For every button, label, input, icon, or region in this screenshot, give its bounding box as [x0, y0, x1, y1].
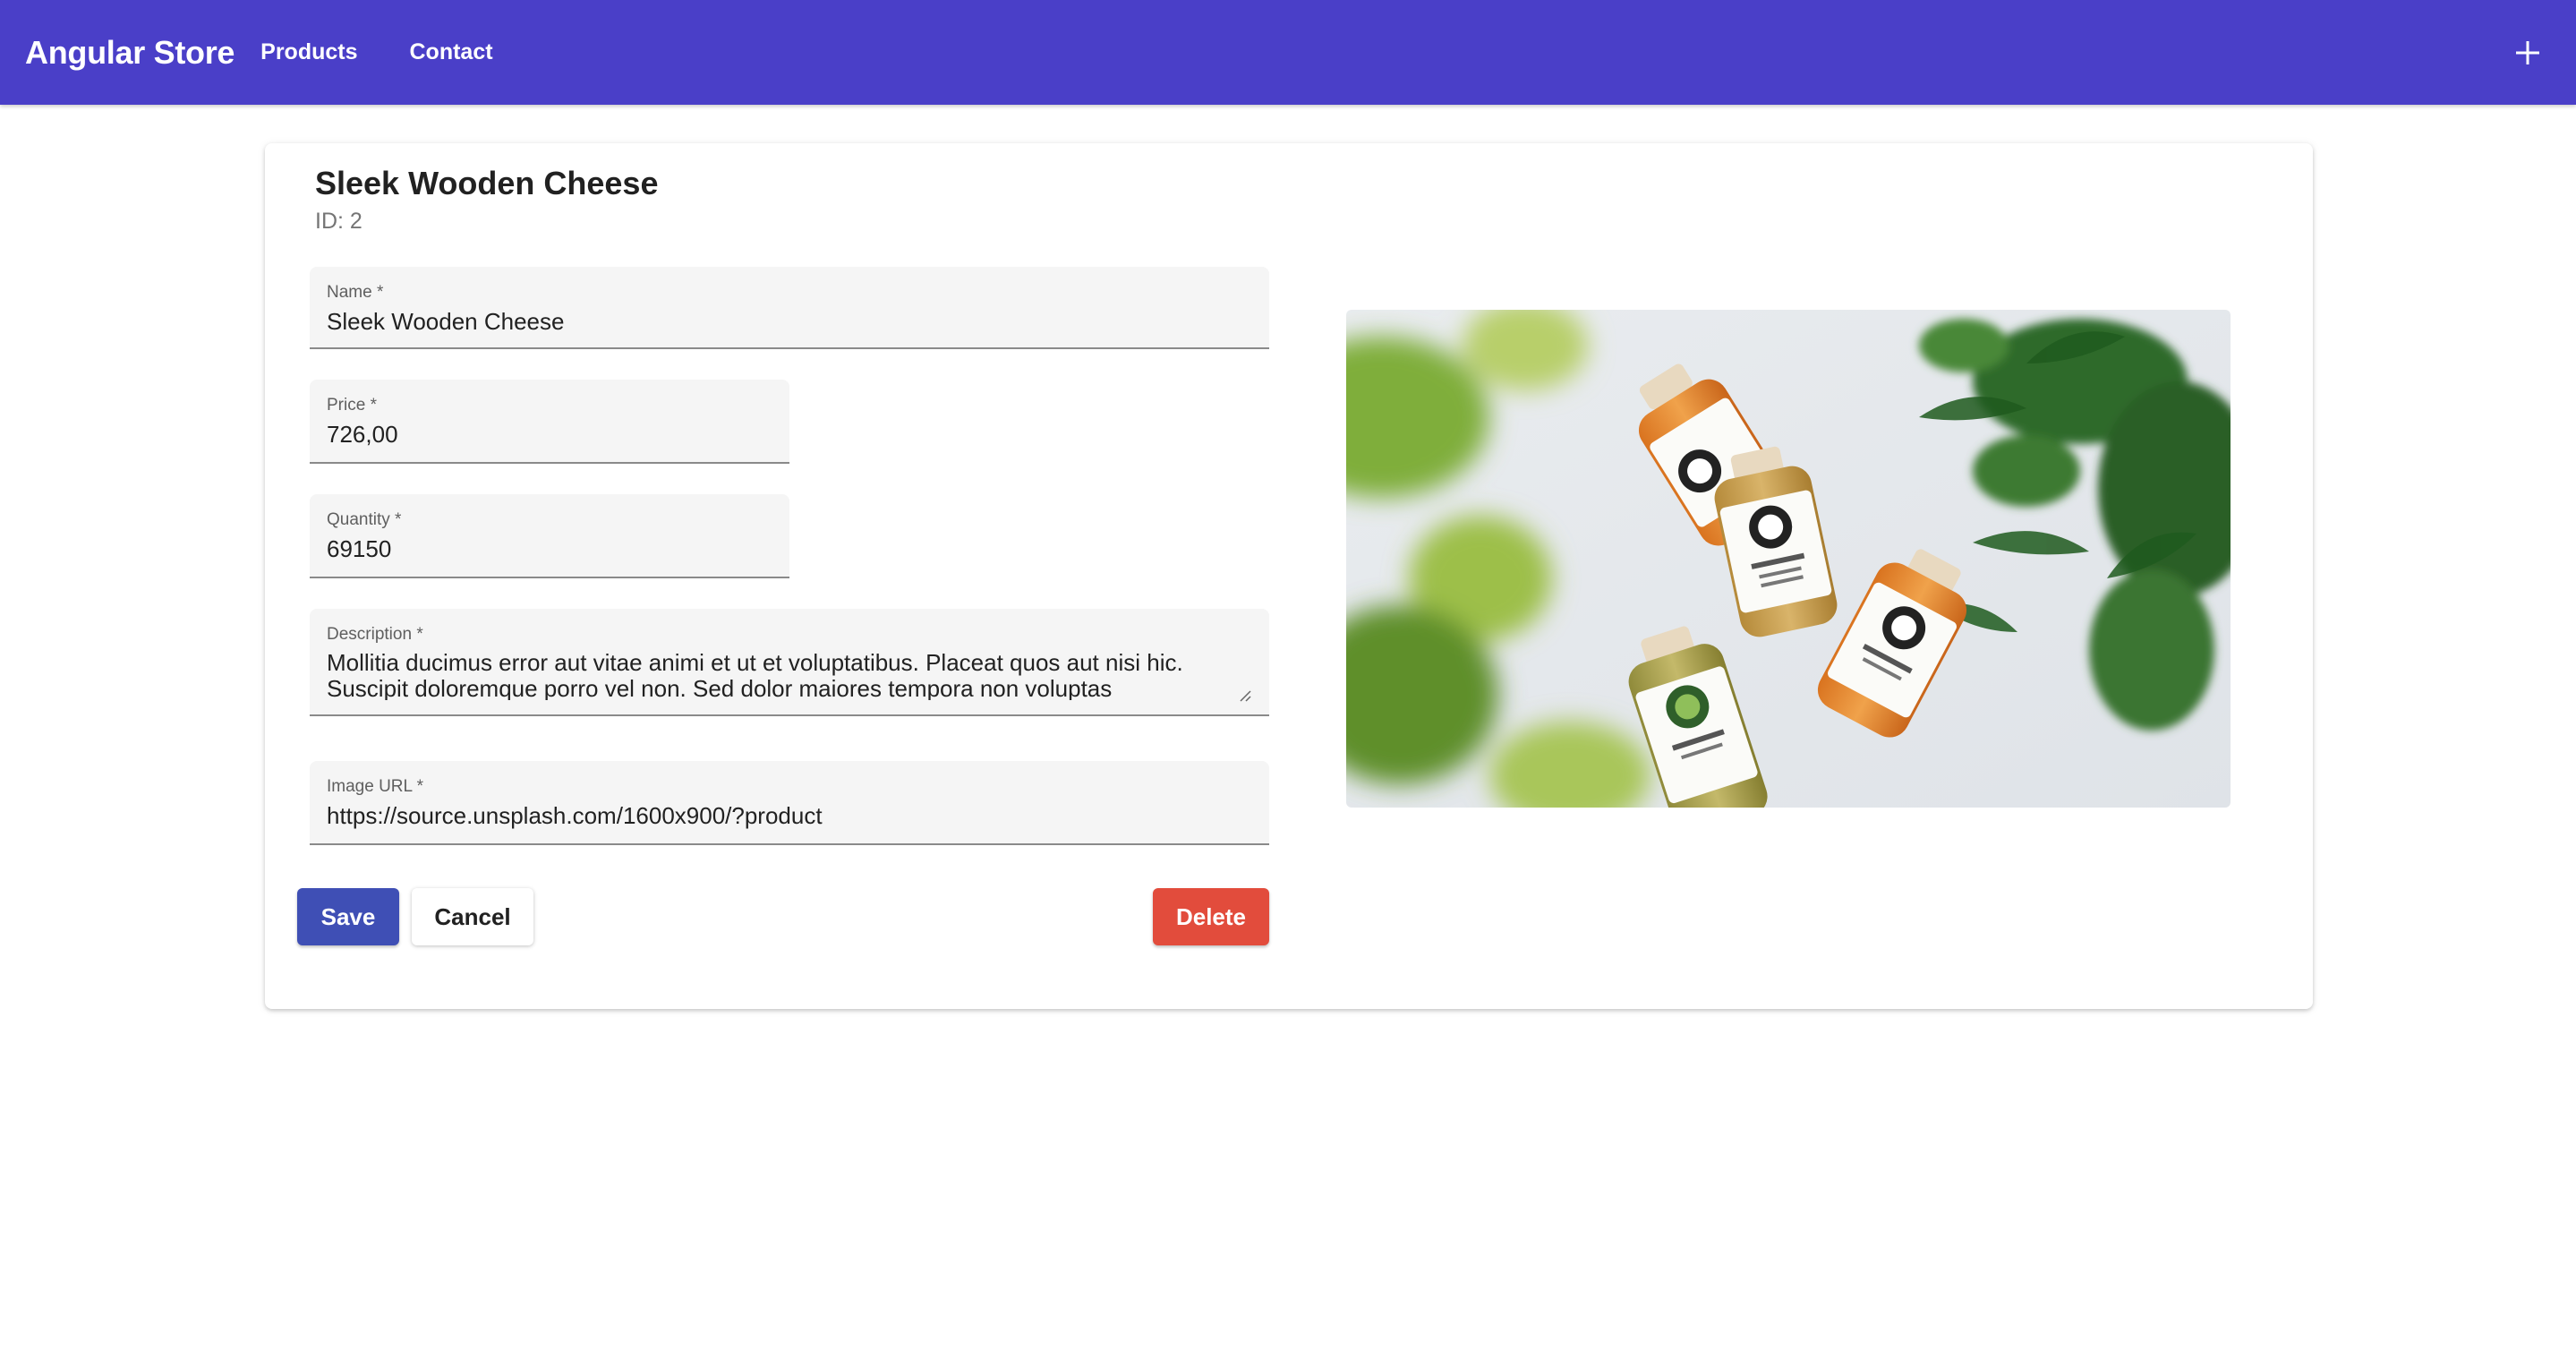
product-title: Sleek Wooden Cheese: [315, 165, 659, 201]
image-url-input[interactable]: https://source.unsplash.com/1600x900/?pr…: [327, 802, 1252, 829]
resize-handle-icon[interactable]: [1239, 689, 1251, 702]
quantity-label: Quantity *: [327, 510, 402, 529]
quantity-field[interactable]: Quantity * 69150: [310, 494, 789, 578]
description-field[interactable]: Description * Mollitia ducimus error aut…: [310, 609, 1269, 716]
quantity-input[interactable]: 69150: [327, 535, 772, 562]
price-label: Price *: [327, 396, 377, 415]
name-field[interactable]: Name * Sleek Wooden Cheese: [310, 267, 1269, 349]
description-label: Description *: [327, 625, 423, 644]
plus-icon: [2516, 40, 2539, 64]
top-toolbar: Angular Store Products Contact: [0, 0, 2576, 105]
price-input[interactable]: 726,00: [327, 421, 772, 448]
save-button[interactable]: Save: [297, 888, 399, 945]
image-url-field[interactable]: Image URL * https://source.unsplash.com/…: [310, 761, 1269, 845]
name-input[interactable]: Sleek Wooden Cheese: [327, 308, 1252, 335]
delete-button[interactable]: Delete: [1153, 888, 1269, 945]
product-image: [1346, 310, 2231, 808]
name-label: Name *: [327, 283, 384, 302]
nav-contact[interactable]: Contact: [410, 39, 493, 65]
cancel-button[interactable]: Cancel: [412, 888, 533, 945]
price-field[interactable]: Price * 726,00: [310, 380, 789, 464]
brand-link[interactable]: Angular Store: [25, 34, 235, 72]
description-textarea[interactable]: Mollitia ducimus error aut vitae animi e…: [327, 650, 1252, 700]
product-id: ID: 2: [315, 209, 363, 234]
add-product-button[interactable]: [2503, 28, 2553, 78]
image-url-label: Image URL *: [327, 777, 424, 796]
nav-products[interactable]: Products: [260, 39, 357, 65]
product-photo: [1346, 310, 2231, 808]
product-edit-card: Sleek Wooden Cheese ID: 2 Name * Sleek W…: [265, 143, 2313, 1009]
